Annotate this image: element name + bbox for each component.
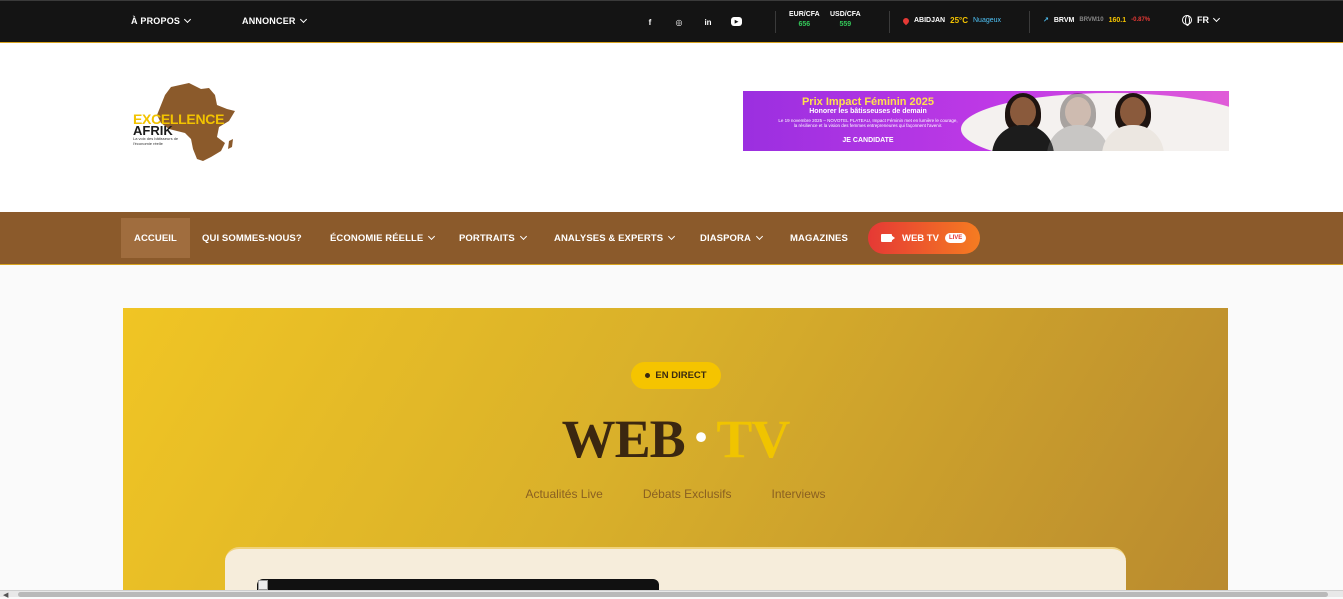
banner-text: Le 19 novembre 2025 – NOVOTEL PLATEAU, I… — [778, 118, 958, 128]
hero-tag: Actualités Live — [525, 487, 603, 501]
fx-value: 656 — [798, 21, 811, 28]
main-nav: ACCUEIL QUI SOMMES-NOUS? ÉCONOMIE RÉELLE… — [0, 212, 1343, 265]
scroll-left-icon[interactable]: ◀ — [3, 591, 8, 599]
nav-item-portraits[interactable]: PORTRAITS — [446, 218, 539, 258]
webtv-hero: EN DIRECT WEB • TV Actualités Live Débats … — [123, 308, 1228, 597]
nav-item-diaspora[interactable]: DIASPORA — [687, 218, 775, 258]
youtube-icon[interactable]: ▶ — [731, 17, 742, 26]
banner-cta[interactable]: JE CANDIDATE — [773, 137, 963, 144]
banner-title: Prix Impact Féminin 2025 — [801, 96, 935, 108]
top-bar: À PROPOS ANNONCER f ◎ in ▶ EUR/CFA 656 U… — [0, 0, 1343, 43]
market-value: 160.1 — [1108, 16, 1127, 24]
nav-label: ACCUEIL — [134, 232, 177, 244]
hero-title-separator: • — [694, 417, 708, 457]
market-change: -0.87% — [1131, 17, 1151, 23]
divider — [775, 11, 776, 33]
facebook-icon[interactable]: f — [643, 15, 657, 29]
webtv-label: WEB TV — [902, 232, 939, 244]
ad-banner[interactable]: Prix Impact Féminin 2025 Honorer les bât… — [743, 91, 1229, 151]
chevron-down-icon — [1212, 14, 1221, 23]
nav-label: MAGAZINES — [790, 232, 848, 244]
about-label: À PROPOS — [131, 16, 181, 26]
language-label: FR — [1197, 15, 1209, 25]
hero-tag: Interviews — [771, 487, 826, 501]
nav-item-accueil[interactable]: ACCUEIL — [121, 218, 190, 258]
live-dot-icon — [645, 373, 651, 378]
nav-label: DIASPORA — [700, 232, 751, 244]
chevron-down-icon — [668, 232, 676, 241]
nav-item-economie-reelle[interactable]: ÉCONOMIE RÉELLE — [317, 218, 447, 258]
hero-tags: Actualités Live Débats Exclusifs Intervi… — [123, 487, 1228, 501]
location-pin-icon — [901, 16, 911, 25]
globe-icon — [1182, 15, 1192, 26]
market-label: BRVM — [1053, 16, 1075, 24]
weather-city: ABIDJAN — [914, 17, 946, 24]
hero-title-left: WEB — [561, 409, 686, 469]
nav-item-magazines[interactable]: MAGAZINES — [777, 218, 861, 258]
market-index: BRVM10 — [1079, 17, 1104, 23]
logo-tagline: La voix des bâtisseurs de l'économie rée… — [133, 136, 179, 146]
nav-label: ANALYSES & EXPERTS — [554, 232, 664, 244]
hero-tag: Débats Exclusifs — [642, 487, 732, 501]
advertise-menu[interactable]: ANNONCER — [242, 15, 307, 26]
hero-title-right: TV — [716, 409, 790, 469]
weather-widget: ABIDJAN 25°C Nuageux — [901, 16, 1002, 25]
chevron-down-icon — [428, 232, 436, 241]
horizontal-scrollbar[interactable]: ◀ — [0, 590, 1343, 599]
weather-temp: 25°C — [950, 16, 968, 25]
chevron-down-icon — [519, 232, 527, 241]
divider — [889, 11, 890, 33]
site-logo[interactable]: EXCELLENCE AFRIK La voix des bâtisseurs … — [131, 83, 237, 163]
live-label: EN DIRECT — [655, 370, 707, 381]
fx-value: 559 — [839, 21, 852, 28]
chevron-down-icon — [299, 15, 307, 24]
scrollbar-thumb[interactable] — [18, 592, 1328, 597]
nav-label: QUI SOMMES-NOUS? — [202, 232, 302, 244]
weather-condition: Nuageux — [973, 17, 1002, 24]
webtv-button[interactable]: WEB TV LIVE — [868, 222, 980, 254]
live-badge: LIVE — [944, 233, 967, 243]
hero-title: WEB • TV — [123, 408, 1228, 470]
fx-pair: EUR/CFA — [789, 11, 820, 18]
chart-icon: ↗ — [1043, 17, 1049, 24]
live-indicator: EN DIRECT — [631, 362, 721, 389]
woman-photo — [1098, 93, 1168, 151]
nav-item-qui-sommes-nous[interactable]: QUI SOMMES-NOUS? — [189, 218, 315, 258]
instagram-icon[interactable]: ◎ — [672, 15, 686, 29]
nav-item-analyses[interactable]: ANALYSES & EXPERTS — [541, 218, 687, 258]
banner-subtitle: Honorer les bâtisseuses de demain — [809, 108, 927, 115]
nav-label: PORTRAITS — [459, 232, 515, 244]
site-header: EXCELLENCE AFRIK La voix des bâtisseurs … — [0, 43, 1343, 212]
fx-usd: USD/CFA 559 — [830, 11, 861, 28]
advertise-label: ANNONCER — [242, 16, 296, 26]
about-menu[interactable]: À PROPOS — [131, 15, 192, 26]
language-selector[interactable]: FR — [1182, 14, 1221, 26]
chevron-down-icon — [184, 15, 192, 24]
video-camera-icon — [881, 234, 895, 242]
nav-label: ÉCONOMIE RÉELLE — [330, 232, 424, 244]
linkedin-icon[interactable]: in — [701, 15, 715, 29]
image-placeholder-icon — [258, 580, 268, 590]
chevron-down-icon — [755, 232, 763, 241]
fx-pair: USD/CFA — [830, 11, 861, 18]
fx-eur: EUR/CFA 656 — [789, 11, 820, 28]
divider — [1029, 11, 1030, 33]
market-widget: ↗ BRVM BRVM10 160.1 -0.87% — [1043, 16, 1151, 25]
